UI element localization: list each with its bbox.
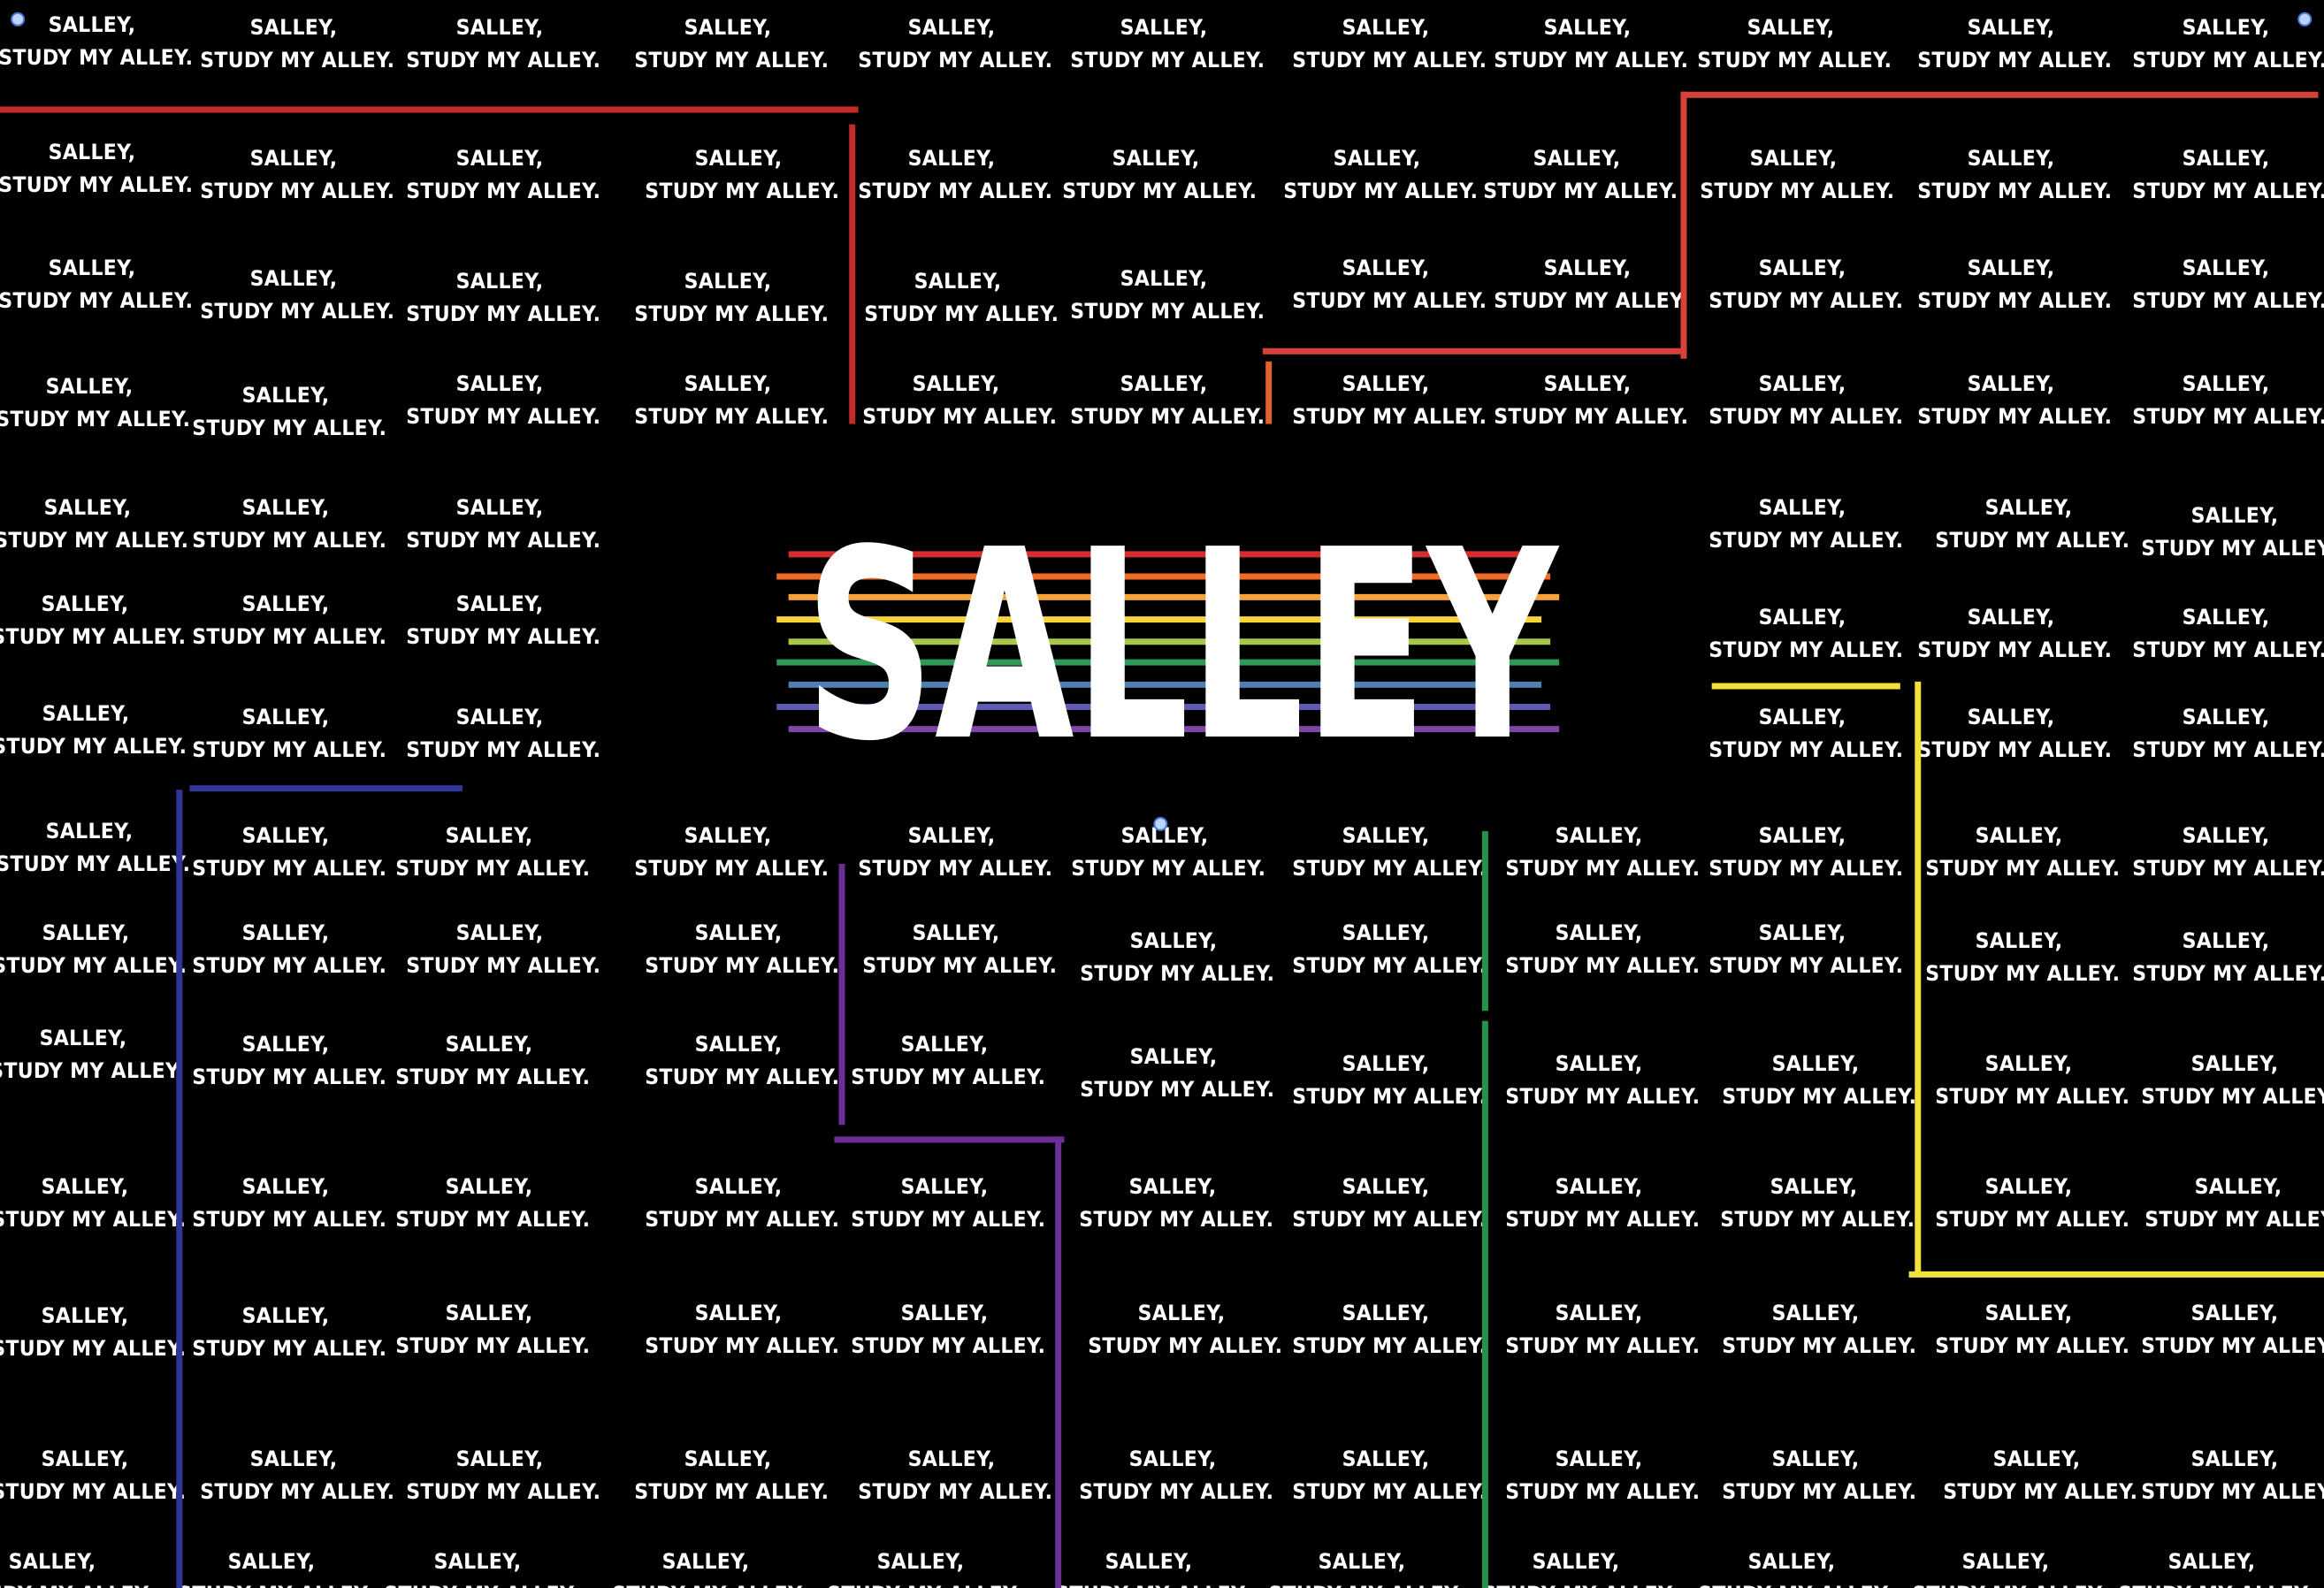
artwork-canvas: SALLEY, STUDY MY ALLEY. SALLEY, STUDY MY AL…: [0, 0, 2324, 1588]
salley-logo: SALLEY: [776, 493, 1560, 798]
logo-text: SALLEY: [805, 493, 1560, 798]
